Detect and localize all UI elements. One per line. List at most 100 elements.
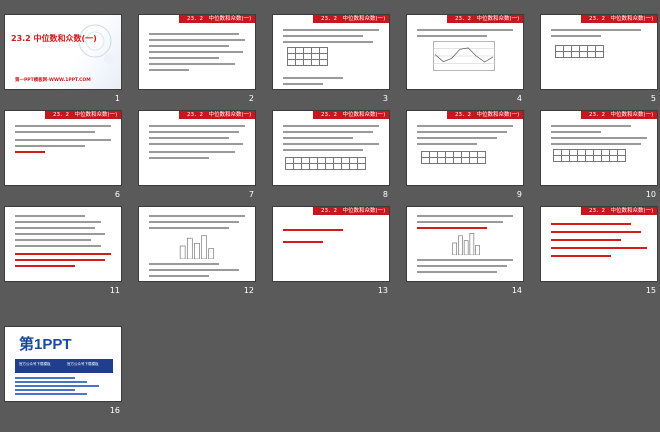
site-watermark: 第一PPT模板网-WWW.1PPT.COM — [15, 78, 91, 83]
text-line — [149, 263, 219, 265]
slide-thumbnail-13[interactable]: 23．2 中位数和众数(一) — [272, 206, 390, 282]
text-line — [417, 215, 513, 217]
text-line — [149, 275, 209, 277]
slide-thumbnail-2[interactable]: 23．2 中位数和众数(一) — [138, 14, 256, 90]
text-line — [15, 125, 111, 127]
link-row — [15, 389, 75, 391]
slide-header: 23．2 中位数和众数(一) — [313, 111, 389, 119]
slide-thumbnail-cell: 23．2 中位数和众数(一) 15 — [540, 206, 658, 296]
slide-thumbnail-15[interactable]: 23．2 中位数和众数(一) — [540, 206, 658, 282]
slide-header: 23．2 中位数和众数(一) — [447, 15, 523, 23]
text-line — [15, 233, 105, 235]
slide-title: 23.2 中位数和众数(一) — [11, 34, 97, 43]
slide-thumbnail-cell: 14 — [406, 206, 524, 296]
text-line — [15, 215, 85, 217]
ppt-logo: 第1PPT — [19, 336, 72, 353]
slide-number: 9 — [516, 190, 522, 199]
data-table — [287, 47, 328, 66]
slide-thumbnail-3[interactable]: 23．2 中位数和众数(一) — [272, 14, 390, 90]
link-row — [15, 377, 75, 379]
text-line — [283, 131, 373, 133]
link-list — [15, 377, 113, 397]
slide-number: 14 — [511, 286, 522, 295]
text-line — [149, 57, 219, 59]
text-line — [15, 259, 105, 261]
text-line — [417, 265, 507, 267]
slide-thumbnail-4[interactable]: 23．2 中位数和众数(一) — [406, 14, 524, 90]
slide-thumbnail-10[interactable]: 23．2 中位数和众数(一) — [540, 110, 658, 186]
link-row — [15, 385, 99, 387]
text-line — [417, 29, 513, 31]
text-line — [283, 241, 323, 243]
text-line — [283, 29, 379, 31]
slide-thumbnail-cell: 23.2 中位数和众数(一) 第一PPT模板网-WWW.1PPT.COM 1 — [4, 14, 122, 104]
slide-number: 7 — [248, 190, 254, 199]
slide-header: 23．2 中位数和众数(一) — [313, 15, 389, 23]
text-line — [551, 35, 601, 37]
text-line — [283, 35, 363, 37]
decorative-globe-icon — [78, 24, 114, 64]
text-line — [15, 265, 75, 267]
promo-text-left: 官方公众号下载模板 — [19, 362, 51, 366]
slide-thumbnail-9[interactable]: 23．2 中位数和众数(一) — [406, 110, 524, 186]
text-line — [149, 39, 245, 41]
text-line — [283, 149, 363, 151]
text-line — [15, 221, 101, 223]
text-line — [149, 69, 189, 71]
slide-thumbnail-5[interactable]: 23．2 中位数和众数(一) — [540, 14, 658, 90]
text-line — [149, 137, 229, 139]
text-line — [15, 139, 111, 141]
text-line — [283, 83, 323, 85]
slide-thumbnail-11[interactable] — [4, 206, 122, 282]
bar-chart-figure — [452, 233, 480, 255]
slide-thumbnail-cell: 23．2 中位数和众数(一) 8 — [272, 110, 390, 200]
text-line — [149, 131, 239, 133]
slide-number: 10 — [645, 190, 656, 199]
text-line — [149, 269, 239, 271]
slide-number: 12 — [243, 286, 254, 295]
text-line — [149, 215, 245, 217]
slide-thumbnail-cell: 23．2 中位数和众数(一) 9 — [406, 110, 524, 200]
text-line — [149, 221, 239, 223]
text-line — [15, 227, 95, 229]
slide-thumbnail-14[interactable] — [406, 206, 524, 282]
slide-thumbnail-12[interactable] — [138, 206, 256, 282]
slide-thumbnail-1[interactable]: 23.2 中位数和众数(一) 第一PPT模板网-WWW.1PPT.COM — [4, 14, 122, 90]
slide-thumbnail-cell: 23．2 中位数和众数(一) 13 — [272, 206, 390, 296]
text-line — [417, 259, 513, 261]
slide-thumbnail-7[interactable]: 23．2 中位数和众数(一) — [138, 110, 256, 186]
slide-header: 23．2 中位数和众数(一) — [581, 111, 657, 119]
slide-thumbnail-cell: 12 — [138, 206, 256, 296]
slide-thumbnail-6[interactable]: 23．2 中位数和众数(一) — [4, 110, 122, 186]
data-table — [421, 151, 486, 164]
text-line — [417, 221, 503, 223]
slide-header: 23．2 中位数和众数(一) — [581, 15, 657, 23]
slide-thumbnail-cell: 23．2 中位数和众数(一) 5 — [540, 14, 658, 104]
slide-header: 23．2 中位数和众数(一) — [447, 111, 523, 119]
text-line — [149, 63, 235, 65]
slide-header: 23．2 中位数和众数(一) — [179, 111, 255, 119]
text-line — [15, 145, 85, 147]
slide-thumbnail-cell: 23．2 中位数和众数(一) 10 — [540, 110, 658, 200]
slide-number: 3 — [382, 94, 388, 103]
text-line — [283, 125, 379, 127]
text-line — [551, 29, 641, 31]
slide-thumbnail-cell: 23．2 中位数和众数(一) 6 — [4, 110, 122, 200]
text-line — [417, 271, 497, 273]
text-line — [149, 125, 245, 127]
slide-thumbnail-8[interactable]: 23．2 中位数和众数(一) — [272, 110, 390, 186]
slide-thumbnail-16[interactable]: 第1PPT 官方公众号下载模板 官方公众号下载模板 — [4, 326, 122, 402]
slide-number: 2 — [248, 94, 254, 103]
text-line — [551, 247, 647, 249]
slide-header: 23．2 中位数和众数(一) — [313, 207, 389, 215]
text-line — [551, 223, 631, 225]
slide-number: 8 — [382, 190, 388, 199]
text-line — [551, 255, 611, 257]
text-line — [417, 143, 477, 145]
data-table — [555, 45, 604, 58]
chart-figure — [433, 41, 495, 71]
slide-number: 6 — [114, 190, 120, 199]
slide-number: 1 — [114, 94, 120, 103]
link-row — [15, 381, 87, 383]
text-line — [551, 131, 601, 133]
